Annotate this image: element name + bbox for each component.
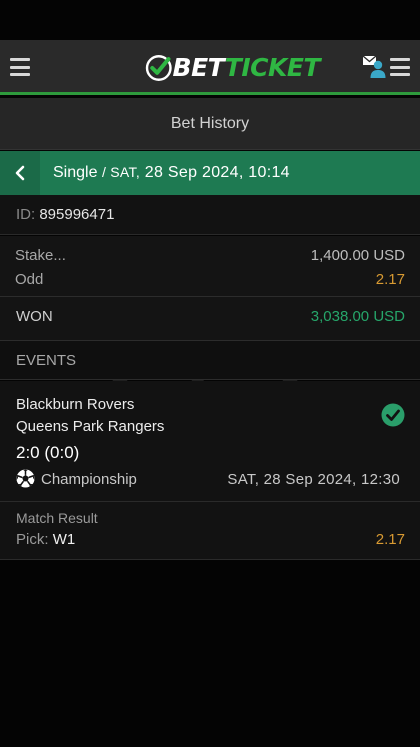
status-label: WON xyxy=(16,308,53,325)
bet-id-row: ID: 895996471 xyxy=(0,195,420,235)
divider xyxy=(0,296,420,297)
events-header: EVENTS xyxy=(0,340,420,380)
bet-id-value: 895996471 xyxy=(39,206,115,223)
home-team: Blackburn Rovers xyxy=(16,396,135,413)
mail-user-icon[interactable] xyxy=(362,54,386,80)
soccer-ball-icon xyxy=(16,469,35,488)
odd-label: Odd xyxy=(15,271,44,288)
league-name: Championship xyxy=(41,471,137,488)
menu-icon[interactable] xyxy=(10,58,30,76)
pick-odd: 2.17 xyxy=(375,531,405,548)
bet-id: ID: 895996471 xyxy=(16,206,115,223)
bet-type-separator: / xyxy=(101,164,106,180)
logo[interactable]: BETTICKET xyxy=(145,50,321,86)
bet-type-bar: Single / SAT, 28 Sep 2024, 10:14 xyxy=(0,151,420,195)
logo-check-icon xyxy=(145,55,172,81)
menu-icon-right[interactable] xyxy=(390,58,410,76)
match-score: 2:0 (0:0) xyxy=(16,443,80,462)
event-date: SAT, 28 Sep 2024, 12:30 xyxy=(227,471,400,488)
page-title-bar: Bet History xyxy=(0,98,420,150)
odd-value: 2.17 xyxy=(375,271,405,288)
bet-type-label: Single / SAT, 28 Sep 2024, 10:14 xyxy=(53,164,290,182)
check-circle-icon xyxy=(381,403,405,427)
won-amount: 3,038.00 USD xyxy=(310,308,405,325)
chevron-left-icon xyxy=(15,165,25,181)
bet-type: Single xyxy=(53,164,98,181)
pick: Pick: W1 xyxy=(16,531,75,548)
divider xyxy=(0,501,420,502)
page-title: Bet History xyxy=(170,115,250,132)
stake-label: Stake... xyxy=(15,247,66,264)
market-name: Match Result xyxy=(16,510,98,526)
top-bar: BETTICKET xyxy=(0,40,420,95)
events-heading: EVENTS xyxy=(16,352,77,369)
logo-text: BETTICKET xyxy=(172,53,321,82)
pick-value: W1 xyxy=(52,531,76,548)
pick-label: Pick: xyxy=(16,531,49,548)
back-button[interactable] xyxy=(0,151,40,195)
bet-date: SAT, 28 Sep 2024, 10:14 xyxy=(110,164,290,181)
bet-summary: Stake... 1,400.00 USD Odd 2.17 WON 3,038… xyxy=(0,236,420,340)
event-item[interactable]: Blackburn Rovers Queens Park Rangers 2:0… xyxy=(0,381,420,560)
stake-value: 1,400.00 USD xyxy=(310,247,405,264)
away-team: Queens Park Rangers xyxy=(16,418,165,435)
